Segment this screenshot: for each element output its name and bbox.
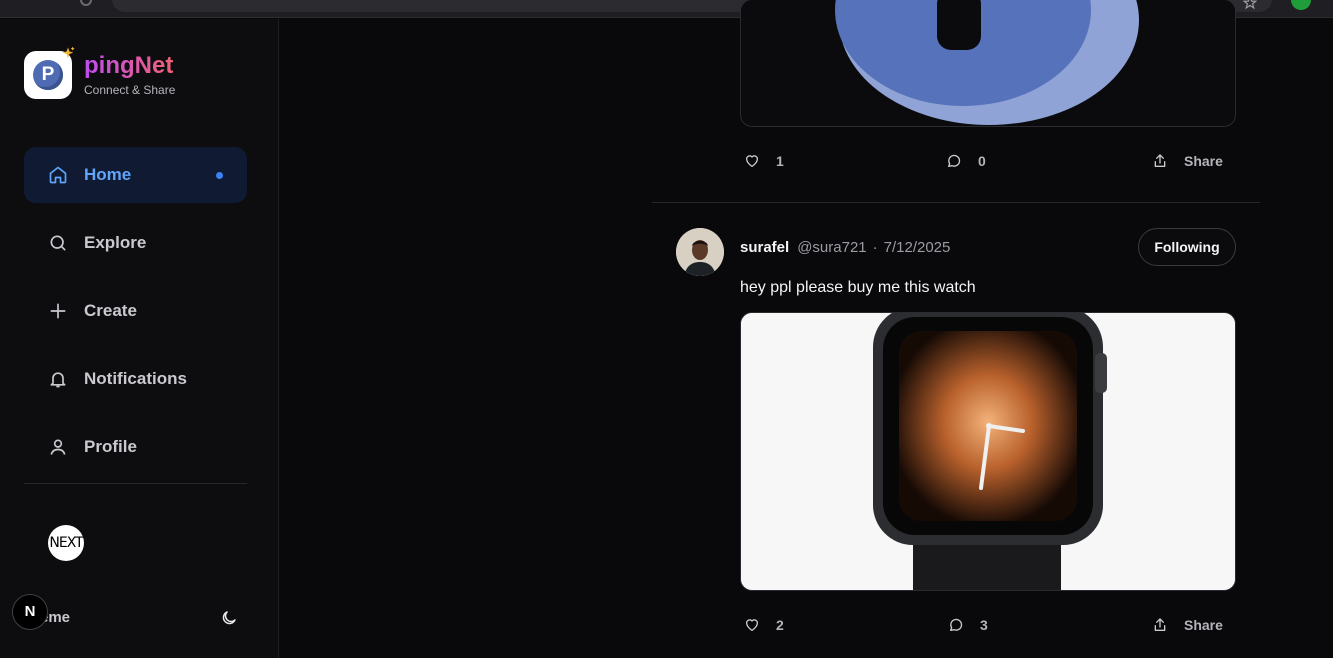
nextjs-dev-badge[interactable]: N — [12, 594, 48, 630]
nav-label-create: Create — [84, 301, 137, 320]
share-label: Share — [1184, 617, 1223, 633]
user-avatar[interactable]: NEXT — [48, 525, 84, 561]
sparkle-icon — [62, 46, 75, 58]
post-image[interactable] — [740, 312, 1236, 591]
sidebar: P pingNet Connect & Share Home Explore C… — [0, 19, 279, 658]
post-actions: 1 0 Share — [740, 146, 1236, 176]
watch-image — [741, 313, 1235, 590]
share-icon — [1154, 154, 1166, 167]
comment-button[interactable]: 3 — [948, 617, 988, 633]
brand-tagline: Connect & Share — [84, 83, 176, 97]
user-icon — [48, 437, 68, 457]
nav-label-profile: Profile — [84, 437, 137, 456]
bell-icon — [48, 369, 68, 389]
like-button[interactable]: 2 — [744, 617, 784, 633]
post-text: hey ppl please buy me this watch — [740, 279, 976, 296]
share-icon — [1154, 618, 1166, 631]
reload-icon[interactable] — [80, 0, 92, 6]
author-handle[interactable]: @sura721 — [797, 239, 866, 256]
brand-name: pingNet — [84, 52, 174, 79]
feed: 1 0 Share surafel @sura721 · 7/12/2025 F… — [652, 0, 1260, 658]
active-indicator-dot — [216, 172, 223, 179]
post-image[interactable] — [740, 0, 1236, 127]
nav-item-explore[interactable]: Explore — [24, 215, 247, 271]
nav-label-home: Home — [84, 165, 132, 184]
moon-icon[interactable] — [220, 609, 238, 627]
home-icon — [48, 165, 68, 185]
nav-item-create[interactable]: Create — [24, 283, 247, 339]
author-name[interactable]: surafel — [740, 239, 789, 256]
like-count: 1 — [776, 153, 784, 169]
search-icon — [48, 233, 68, 253]
comment-icon — [950, 618, 963, 631]
pingnet-logo-image — [835, 0, 1139, 125]
meta-separator: · — [872, 239, 878, 256]
author-avatar[interactable] — [676, 228, 724, 276]
like-button[interactable]: 1 — [744, 153, 784, 169]
bookmark-star-icon[interactable] — [1243, 0, 1257, 10]
comment-count: 0 — [978, 153, 986, 169]
comment-icon — [948, 154, 961, 167]
share-button[interactable]: Share — [1152, 617, 1223, 633]
post-date: 7/12/2025 — [883, 239, 951, 256]
logo-p-icon: P — [33, 60, 63, 90]
comment-button[interactable]: 0 — [946, 153, 986, 169]
post-separator — [652, 202, 1260, 203]
main-nav: Home Explore Create Notifications Profil… — [24, 147, 247, 487]
heart-icon — [746, 619, 758, 631]
plus-icon — [48, 301, 68, 321]
share-button[interactable]: Share — [1152, 153, 1223, 169]
comment-count: 3 — [980, 617, 988, 633]
browser-profile-icon[interactable] — [1291, 0, 1311, 10]
following-button[interactable]: Following — [1138, 228, 1236, 266]
like-count: 2 — [776, 617, 784, 633]
nav-item-notifications[interactable]: Notifications — [24, 351, 247, 407]
heart-icon — [746, 155, 758, 167]
nav-label-notifications: Notifications — [84, 369, 187, 388]
sidebar-divider — [24, 483, 247, 484]
share-label: Share — [1184, 153, 1223, 169]
nav-label-explore: Explore — [84, 233, 147, 252]
nav-item-profile[interactable]: Profile — [24, 419, 247, 475]
nav-item-home[interactable]: Home — [24, 147, 247, 203]
author-avatar-image — [676, 228, 724, 276]
post-header: surafel @sura721 · 7/12/2025 — [740, 239, 950, 256]
post-actions: 2 3 Share — [740, 610, 1236, 640]
